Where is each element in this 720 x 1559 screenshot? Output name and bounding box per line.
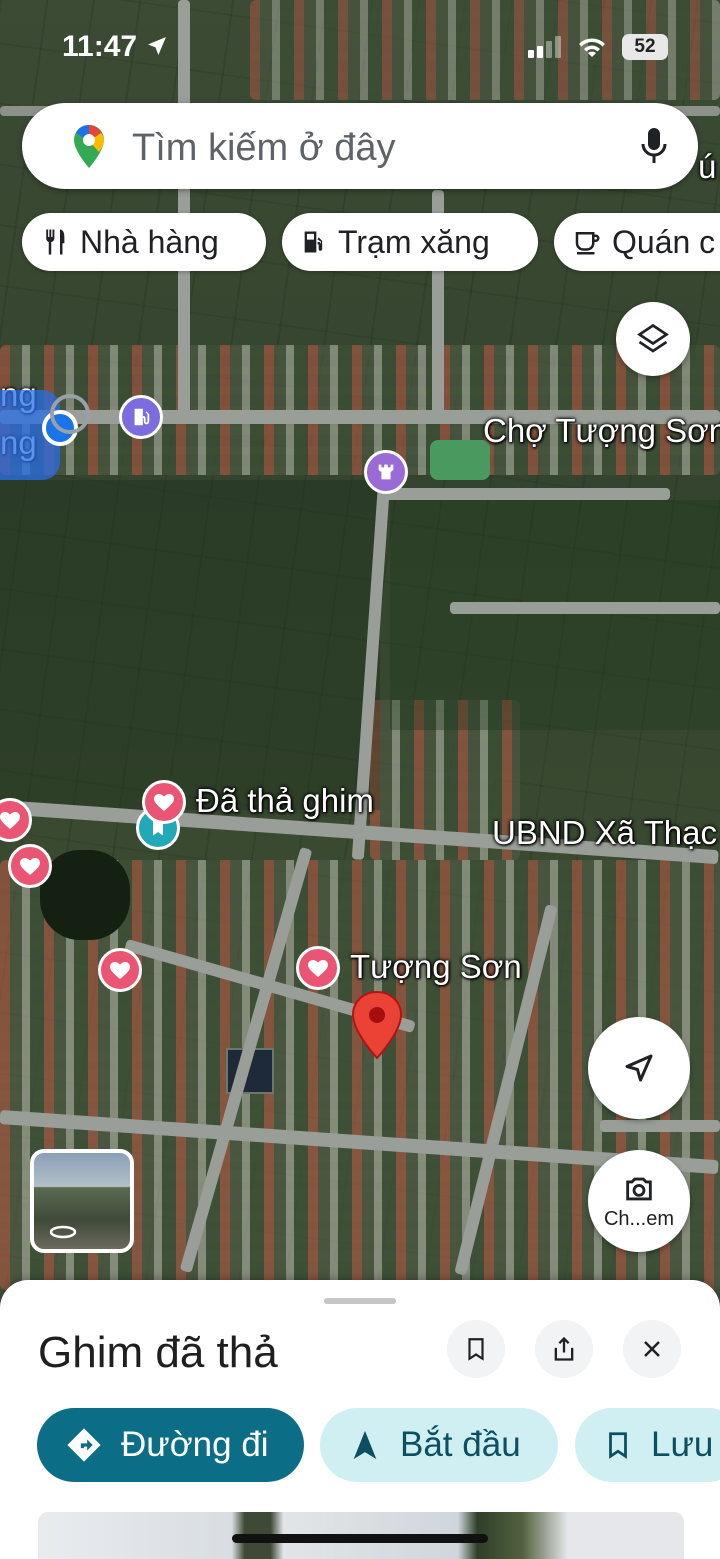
wifi-icon <box>579 38 605 57</box>
gray-location-marker <box>50 394 90 434</box>
gas-station-icon <box>134 408 150 426</box>
heart-icon <box>110 962 130 979</box>
navigation-arrow-icon <box>625 1054 653 1082</box>
layers-icon <box>637 323 669 353</box>
home-indicator[interactable] <box>232 1534 488 1543</box>
location-arrow-icon <box>148 37 167 55</box>
market-pin[interactable] <box>364 450 408 494</box>
cellular-signal-icon <box>528 36 561 58</box>
camera-icon <box>626 1177 652 1200</box>
microphone-icon[interactable] <box>640 127 668 165</box>
map-road <box>600 1120 720 1132</box>
start-label: Bắt đầu <box>400 1425 521 1464</box>
map-field <box>390 500 720 730</box>
gas-station-icon <box>304 231 323 253</box>
map-road <box>380 488 670 500</box>
navigation-arrow-icon <box>353 1430 377 1460</box>
favorite-heart-pin[interactable] <box>142 780 186 824</box>
favorite-heart-pin[interactable] <box>98 948 142 992</box>
directions-icon <box>67 1428 101 1462</box>
bookmark-icon <box>468 1338 484 1361</box>
map-label-tuong-son[interactable]: Tượng Sơn <box>350 948 522 986</box>
google-maps-logo-icon <box>74 125 104 168</box>
chip-restaurants[interactable]: Nhà hàng <box>22 213 266 271</box>
search-bar[interactable]: Tìm kiếm ở đây <box>22 103 698 189</box>
heart-icon <box>154 794 174 811</box>
chip-label: Nhà hàng <box>80 223 219 260</box>
map-road <box>450 602 720 614</box>
status-bar: 11:47 52 <box>0 0 720 96</box>
map-label-market[interactable]: Chợ Tượng Sơn <box>483 412 720 450</box>
save-place-button[interactable]: Lưu <box>575 1408 720 1482</box>
map-label-partial: ú <box>698 148 717 185</box>
heart-icon <box>308 960 328 977</box>
heart-icon <box>20 858 40 875</box>
close-button[interactable] <box>623 1320 681 1378</box>
rotate-360-icon <box>49 1225 77 1239</box>
sheet-title: Ghim đã thả <box>38 1328 278 1377</box>
status-time: 11:47 <box>62 30 169 64</box>
street-view-thumbnail[interactable] <box>30 1149 134 1253</box>
layers-button[interactable] <box>616 302 690 376</box>
map-trees <box>40 850 130 940</box>
map-label-ubnd[interactable]: UBND Xã Thạc <box>492 814 717 852</box>
my-location-button[interactable] <box>588 1017 690 1119</box>
camera-button-label: Ch...em <box>603 1207 675 1230</box>
search-input[interactable]: Tìm kiếm ở đây <box>132 127 396 170</box>
status-icons: 52 <box>528 34 668 60</box>
map-field <box>0 480 380 810</box>
camera-search-button[interactable]: Ch...em <box>588 1150 690 1252</box>
chip-label: Quán c <box>612 223 716 260</box>
directions-button[interactable]: Đường đi <box>37 1408 304 1482</box>
chip-gas-stations[interactable]: Trạm xăng <box>282 213 538 271</box>
start-button[interactable]: Bắt đầu <box>320 1408 558 1482</box>
tower-icon <box>378 464 394 480</box>
sheet-drag-handle[interactable] <box>324 1298 396 1304</box>
map-label-dropped-pin[interactable]: Đã thả ghim <box>196 782 374 820</box>
place-bottom-sheet[interactable]: Ghim đã thả Đường đi Bắt đầu Lưu <box>0 1280 720 1559</box>
save-label: Lưu <box>651 1425 714 1464</box>
share-button[interactable] <box>535 1320 593 1378</box>
heart-icon <box>0 812 20 829</box>
close-icon <box>644 1341 660 1357</box>
favorite-heart-pin[interactable] <box>8 844 52 888</box>
gas-station-pin[interactable] <box>119 395 163 439</box>
chip-label: Trạm xăng <box>338 223 490 260</box>
battery-indicator: 52 <box>622 34 668 60</box>
dropped-pin-marker[interactable] <box>350 990 404 1060</box>
restaurant-icon <box>46 229 65 255</box>
directions-label: Đường đi <box>121 1425 269 1464</box>
favorite-heart-pin[interactable] <box>296 946 340 990</box>
chip-coffee[interactable]: Quán c <box>554 213 720 271</box>
share-icon <box>554 1336 574 1361</box>
map-field <box>430 440 490 480</box>
save-button[interactable] <box>447 1320 505 1378</box>
coffee-icon <box>575 232 600 255</box>
bookmark-icon <box>609 1432 627 1459</box>
